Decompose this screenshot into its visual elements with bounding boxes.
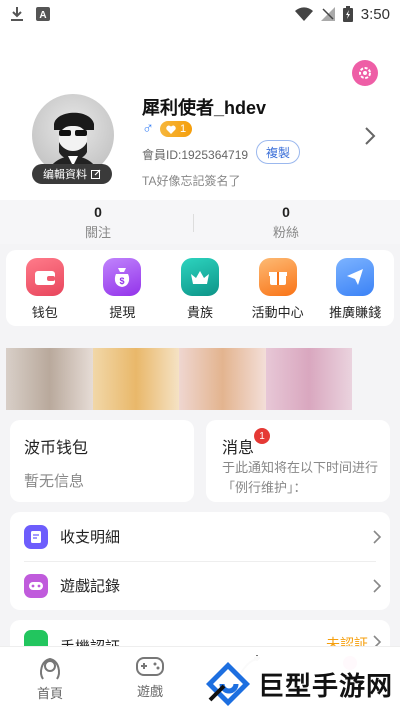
menu-item-promote[interactable]: 推廣賺錢 bbox=[316, 250, 394, 326]
menu-label: 提現 bbox=[109, 305, 136, 320]
gear-icon bbox=[359, 67, 371, 79]
list-item-label: 遊戲記錄 bbox=[60, 578, 121, 595]
coin-wallet-card[interactable]: 波币钱包 暫无信息 bbox=[10, 420, 194, 502]
message-title: 消息 bbox=[222, 440, 255, 457]
profile-badges: ♂ 1 bbox=[142, 120, 193, 138]
wallet-subtitle: 暫无信息 bbox=[24, 473, 85, 490]
svg-text:$: $ bbox=[120, 276, 125, 286]
crown-icon bbox=[180, 258, 219, 296]
no-signal-icon bbox=[320, 7, 335, 21]
fans-label: 粉絲 bbox=[272, 225, 299, 240]
money-bag-icon: $ bbox=[103, 258, 142, 296]
menu-label: 推廣賺錢 bbox=[329, 305, 382, 320]
promo-banner[interactable] bbox=[6, 348, 352, 410]
tab-label: 首頁 bbox=[36, 686, 63, 701]
wifi-icon bbox=[294, 7, 313, 21]
tab-label: 遊戲 bbox=[136, 684, 163, 699]
heart-icon bbox=[166, 125, 176, 134]
gamepad-icon bbox=[136, 657, 164, 676]
menu-item-wallet[interactable]: 钱包 bbox=[6, 250, 84, 326]
paper-plane-icon bbox=[336, 258, 375, 296]
menu-label: 活動中心 bbox=[251, 305, 304, 320]
member-id: 會員ID:1925364719 bbox=[142, 148, 249, 162]
gift-icon bbox=[258, 258, 297, 296]
chevron-right-icon[interactable] bbox=[362, 124, 378, 148]
status-bar: A 3:50 bbox=[0, 0, 400, 28]
svg-text:A: A bbox=[39, 10, 46, 21]
unread-badge: 1 bbox=[254, 428, 270, 444]
follow-label: 關注 bbox=[84, 225, 111, 240]
list-item-transactions[interactable]: 收支明細 bbox=[10, 512, 390, 561]
wallet-icon bbox=[25, 258, 64, 296]
watermark-text: 巨型手游网 bbox=[258, 671, 394, 702]
follow-stat[interactable]: 0 關注 bbox=[48, 204, 148, 241]
edit-icon bbox=[91, 169, 101, 179]
fans-stat[interactable]: 0 粉絲 bbox=[236, 204, 336, 241]
fans-count: 0 bbox=[282, 204, 290, 220]
records-list: 收支明細 遊戲記錄 bbox=[10, 512, 390, 610]
battery-charging-icon bbox=[342, 6, 353, 22]
tab-home[interactable]: 首頁 bbox=[0, 647, 100, 712]
message-preview: 于此通知将在以下时间进行「例行维护」： bbox=[222, 460, 379, 495]
level-badge: 1 bbox=[160, 121, 193, 137]
home-avatar-icon bbox=[40, 657, 60, 680]
message-card[interactable]: 消息 1 于此通知将在以下时间进行「例行维护」： bbox=[206, 420, 390, 502]
gamepad-icon bbox=[24, 573, 48, 598]
copy-id-button[interactable]: 複製 bbox=[256, 140, 300, 164]
level-value: 1 bbox=[180, 123, 187, 135]
tab-games[interactable]: 遊戲 bbox=[100, 647, 200, 712]
edit-profile-button[interactable]: 编輯資料 bbox=[32, 164, 112, 184]
menu-item-activity[interactable]: 活動中心 bbox=[239, 250, 317, 326]
menu-label: 钱包 bbox=[31, 305, 58, 320]
site-watermark: 巨型手游网 bbox=[196, 656, 400, 712]
quick-menu: 钱包 $ 提現 貴族 活動中心 推廣賺錢 bbox=[6, 250, 394, 326]
list-item-label: 收支明細 bbox=[60, 529, 121, 546]
profile-header: 编輯資料 犀利使者_hdev ♂ 1 會員ID:1925364719 複製 TA… bbox=[0, 28, 400, 206]
signature: TA好像忘記簽名了 bbox=[142, 174, 241, 188]
chevron-right-icon bbox=[373, 529, 382, 544]
menu-item-noble[interactable]: 貴族 bbox=[161, 250, 239, 326]
male-gender-icon: ♂ bbox=[142, 120, 154, 137]
menu-item-withdraw[interactable]: $ 提現 bbox=[84, 250, 162, 326]
stats-bar: 0 關注 0 粉絲 bbox=[0, 200, 400, 244]
font-icon: A bbox=[36, 7, 50, 21]
username: 犀利使者_hdev bbox=[142, 98, 267, 118]
stats-divider bbox=[193, 214, 194, 232]
edit-profile-label: 编輯資料 bbox=[43, 169, 87, 181]
settings-button[interactable] bbox=[352, 60, 378, 86]
document-icon bbox=[24, 524, 48, 549]
list-item-game-records[interactable]: 遊戲記錄 bbox=[10, 561, 390, 610]
clock: 3:50 bbox=[360, 5, 390, 23]
wallet-title: 波币钱包 bbox=[24, 440, 89, 457]
follow-count: 0 bbox=[94, 204, 102, 220]
download-icon bbox=[11, 7, 23, 21]
watermark-logo-icon bbox=[206, 662, 250, 706]
chevron-right-icon bbox=[373, 578, 382, 593]
menu-label: 貴族 bbox=[186, 305, 213, 320]
